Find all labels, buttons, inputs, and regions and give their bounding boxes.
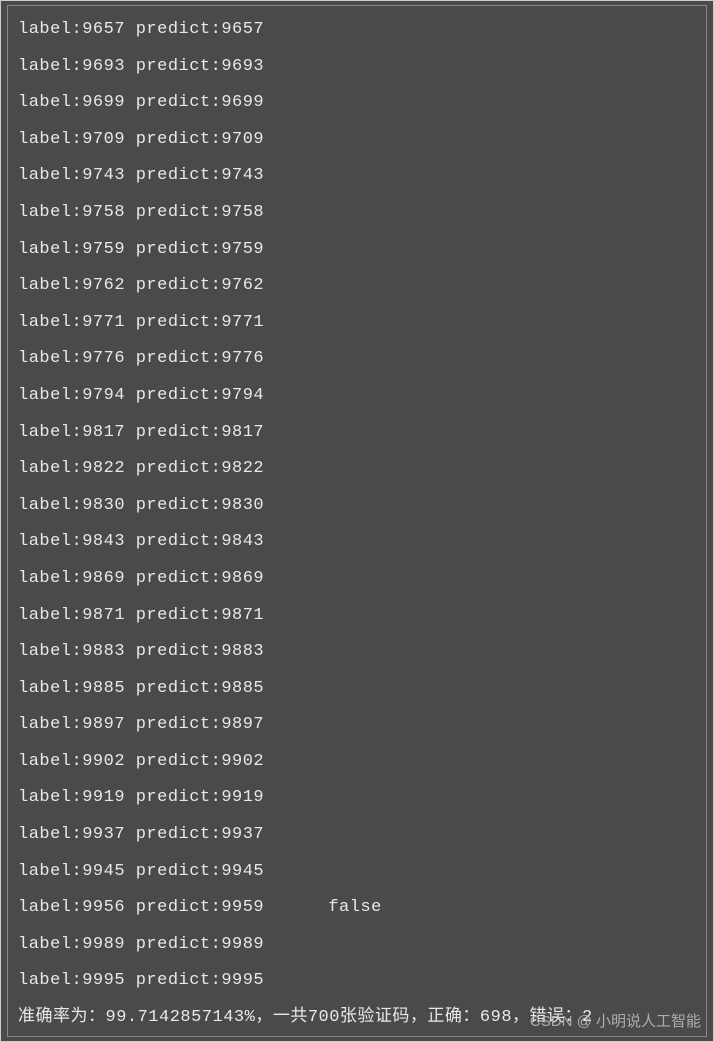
output-line: label:9743 predict:9743 (18, 158, 696, 195)
output-line: label:9995 predict:9995 (18, 963, 696, 1000)
output-line: label:9937 predict:9937 (18, 817, 696, 854)
output-line: label:9709 predict:9709 (18, 122, 696, 159)
output-line: label:9869 predict:9869 (18, 561, 696, 598)
output-line: label:9759 predict:9759 (18, 232, 696, 269)
output-line: label:9883 predict:9883 (18, 634, 696, 671)
output-line: label:9956 predict:9959 false (18, 890, 696, 927)
output-line: label:9794 predict:9794 (18, 378, 696, 415)
output-line: label:9657 predict:9657 (18, 12, 696, 49)
output-line: label:9897 predict:9897 (18, 707, 696, 744)
output-line: label:9885 predict:9885 (18, 671, 696, 708)
terminal-output: label:9657 predict:9657label:9693 predic… (7, 5, 707, 1037)
output-line: label:9830 predict:9830 (18, 488, 696, 525)
output-line: label:9771 predict:9771 (18, 305, 696, 342)
output-line: label:9989 predict:9989 (18, 927, 696, 964)
output-line: label:9902 predict:9902 (18, 744, 696, 781)
output-line: label:9817 predict:9817 (18, 415, 696, 452)
output-lines: label:9657 predict:9657label:9693 predic… (18, 12, 696, 1000)
output-line: label:9758 predict:9758 (18, 195, 696, 232)
watermark-text: CSDN @ 小明说人工智能 (530, 1010, 701, 1031)
output-line: label:9693 predict:9693 (18, 49, 696, 86)
output-line: label:9699 predict:9699 (18, 85, 696, 122)
output-line: label:9919 predict:9919 (18, 780, 696, 817)
output-line: label:9945 predict:9945 (18, 854, 696, 891)
output-line: label:9822 predict:9822 (18, 451, 696, 488)
output-line: label:9843 predict:9843 (18, 524, 696, 561)
output-line: label:9776 predict:9776 (18, 341, 696, 378)
output-line: label:9762 predict:9762 (18, 268, 696, 305)
output-line: label:9871 predict:9871 (18, 598, 696, 635)
